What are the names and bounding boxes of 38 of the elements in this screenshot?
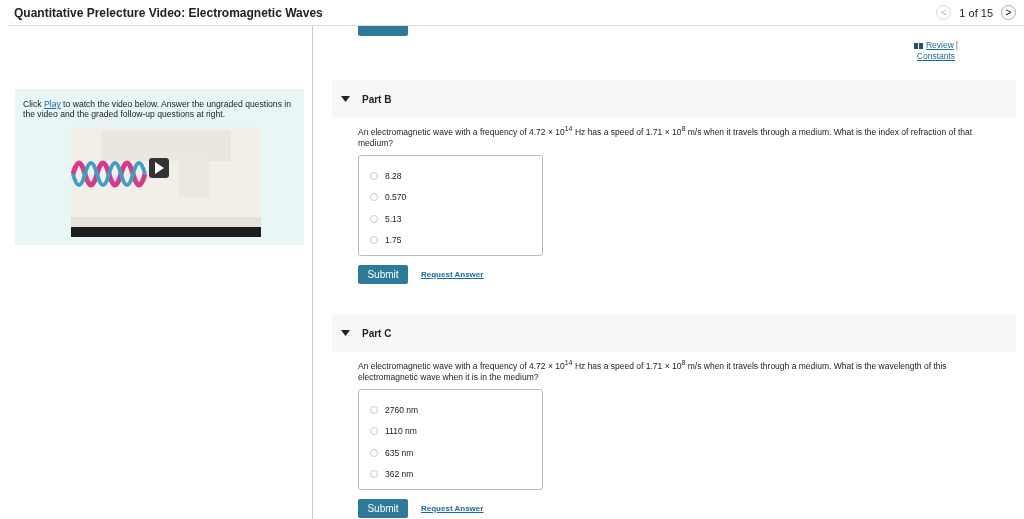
radio-button[interactable] <box>370 193 378 202</box>
radio-button[interactable] <box>370 236 378 245</box>
radio-button[interactable] <box>370 470 378 479</box>
video-controls-bar[interactable] <box>71 227 261 237</box>
submit-button[interactable]: Submit <box>358 499 408 518</box>
constants-link[interactable]: Constants <box>916 51 956 61</box>
request-answer-link[interactable]: Request Answer <box>421 270 484 279</box>
separator-text: | <box>955 40 958 50</box>
instructions-text: Click Play to watch the video below. Answer the ungraded questions in the video and the graded follow-up questions at right. <box>23 99 292 119</box>
review-link[interactable]: Review <box>925 40 954 50</box>
choice-label: 635 nm <box>385 447 414 458</box>
play-icon[interactable] <box>149 158 169 178</box>
page-counter: 1 of 15 <box>959 6 993 19</box>
choice-label: 0.570 <box>385 192 407 203</box>
part-title: Part B <box>362 93 392 105</box>
choice-label: 362 nm <box>385 469 414 480</box>
question-text: An electromagnetic wave with a frequency of 4.72 × 10$^{14}$ Hz has a speed of 1.71 × 10$^{8}$ m/s when it travels through a medium. What is the index of refraction of that medium? <box>358 127 974 149</box>
part-header[interactable]: Part B <box>332 80 1016 118</box>
part-header[interactable]: Part C <box>332 314 1016 352</box>
radio-button[interactable] <box>370 214 378 223</box>
page-title: Quantitative Prelecture Video: Electromagnetic Waves <box>14 5 323 20</box>
submit-button[interactable]: Submit <box>358 265 408 284</box>
choice-label: 1.75 <box>385 235 402 246</box>
choice-label: 5.13 <box>385 213 402 224</box>
question-text: An electromagnetic wave with a frequency of 4.72 × 10$^{14}$ Hz has a speed of 1.71 × 10$^{8}$ m/s when it travels through a medium. What is the wavelength of this electromagnetic wave when it is in the medium? <box>358 361 948 383</box>
choice-label: 8.28 <box>385 170 402 181</box>
next-button[interactable]: > <box>1001 5 1016 20</box>
radio-button[interactable] <box>370 448 378 457</box>
radio-button[interactable] <box>370 171 378 180</box>
book-icon <box>913 42 923 49</box>
radio-button[interactable] <box>370 405 378 414</box>
part-title: Part C <box>362 327 392 339</box>
radio-button[interactable] <box>370 427 378 436</box>
choice-label: 2760 nm <box>385 404 419 415</box>
play-link[interactable]: Play <box>44 99 61 109</box>
request-answer-link[interactable]: Request Answer <box>421 504 484 513</box>
submit-button[interactable] <box>358 26 408 36</box>
choice-label: 1110 nm <box>385 426 417 437</box>
